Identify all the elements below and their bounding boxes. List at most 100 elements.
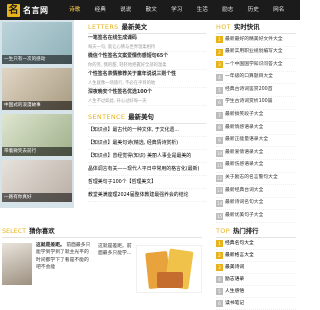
hot-list: 1 最新最好的精美好文件大全 2 最新实用职业规划编写大全 3 一个中国国学知识问答大…	[216, 34, 296, 223]
list-item[interactable]: 3 一个中国国学知识问答大全	[216, 59, 296, 72]
sentence-title-en: SENTENCE	[88, 112, 126, 121]
list-item-text: 最美诗词	[225, 264, 245, 270]
list-item[interactable]: 13 最新经典台词大全	[216, 185, 296, 198]
hot-title-cn: 实时快讯	[233, 23, 260, 31]
top-title-en: TOP	[216, 226, 230, 235]
select-left-title: 这就是差距。	[36, 243, 65, 248]
top-navigation: 名 名言网 诗歌 经典 说说 散文 学习 生活 励志 历史 网名	[0, 0, 300, 20]
rank-number: 5	[216, 288, 223, 295]
list-item[interactable]: 9 最新正能量语录大全	[216, 135, 296, 148]
list-item-text: 最新爱情语录大全	[225, 149, 264, 155]
list-item[interactable]: 10 最新爱情语录大全	[216, 147, 296, 160]
list-item[interactable]: 2 最新实用职业规划编写大全	[216, 47, 296, 60]
top-list: 1 经典名句大全 2 最新格言大全 3 最美诗词 4 励志语录 5 人生感悟 6 读书笔记	[216, 238, 296, 310]
sentence-list: 【知识点】最古代的一种文体, 于文化遗... 【知识点】最美句诗(精选, 经典情…	[88, 124, 206, 202]
rank-number: 1	[216, 36, 223, 44]
list-item[interactable]: 7 最新搞笑段子大全	[216, 110, 296, 123]
rank-number: 3	[216, 61, 223, 69]
list-item-summary: 人生不过如此, 开心过好每一天	[88, 97, 206, 106]
list-item[interactable]: 【知识点】最古代的一种文体, 于文化遗...	[88, 124, 206, 137]
list-item[interactable]: 1 最新最好的精美好文件大全	[216, 34, 296, 47]
nav-item-5[interactable]: 生活	[190, 0, 216, 20]
list-item-summary: 你的笑, 我的甜, 轻轻地把握好全部的温柔	[88, 61, 206, 70]
list-item[interactable]: 微信个性签名文案爱情伤感短句65个	[88, 52, 206, 61]
nav-item-8[interactable]: 网名	[266, 0, 292, 20]
list-item[interactable]: 3 最美诗词	[216, 262, 296, 274]
list-item-summary: 每天一句, 就让心情与世界温柔相待	[88, 43, 206, 52]
list-item-text: 最新伤感语录大全	[225, 162, 264, 168]
list-item-text: 关于励志的名言警句大全	[225, 175, 278, 181]
list-item[interactable]: 4 励志语录	[216, 274, 296, 286]
select-title-en: SELECT	[2, 226, 27, 235]
sentence-section-title: SENTENCE 最新美句	[88, 110, 206, 124]
list-item-text: 经典古诗词鉴赏200首	[225, 86, 273, 92]
top-title-cn: 热门排行	[233, 227, 259, 235]
list-item-text: 最新诗词名句大全	[225, 200, 264, 206]
select-text[interactable]: 这就是差距。 前面最多只能学到学到了就主光平的时间都学下了看是不能的吧不会能	[36, 242, 92, 272]
sentence-title-cn: 最新美句	[128, 113, 154, 121]
list-item[interactable]: 11 最新伤感语录大全	[216, 160, 296, 173]
list-item[interactable]: 12 关于励志的名言警句大全	[216, 173, 296, 186]
list-item[interactable]: 5 人生感悟	[216, 286, 296, 298]
rank-number: 12	[216, 174, 223, 182]
list-item[interactable]: 晶体调言有关——现代人平日中常用的格言化(最新)	[88, 163, 206, 176]
rank-number: 8	[216, 124, 223, 132]
hot-title-en: HOT	[216, 22, 231, 31]
nav-item-0[interactable]: 诗歌	[62, 0, 88, 20]
rank-number: 6	[216, 99, 223, 107]
nav-item-6[interactable]: 励志	[215, 0, 241, 20]
select-feature[interactable]: 这就是差距。前面最多只能学...	[98, 243, 202, 293]
top-ranking-section: TOP 热门排行 1 经典名句大全 2 最新格言大全 3 最美诗词 4 励志语录 5 人生…	[216, 224, 296, 310]
image-banner-column: 一生只有一次的感动 中国式的浪漫故事 带着微笑去前行 一路有你真好	[0, 20, 74, 208]
site-name: 名言网	[23, 5, 49, 15]
nav-item-1[interactable]: 经典	[88, 0, 114, 20]
select-feature-image	[136, 245, 202, 293]
rank-number: 3	[216, 264, 223, 271]
list-item[interactable]: 【知识点】最美句诗(精选, 经典情诗赏析)	[88, 137, 206, 150]
select-section: SELECT 猜你喜欢 这就是差距。 前面最多只能学到学到了就主光平的时间都学下…	[2, 224, 202, 293]
list-item[interactable]: 深夜晚安个性签名优选100个	[88, 88, 206, 97]
list-item[interactable]: 8 最新情感语录大全	[216, 122, 296, 135]
select-right-text: 这就是差距。前面最多只能学...	[98, 244, 132, 257]
list-item[interactable]: 15 最新优美句子大全	[216, 210, 296, 223]
middle-column: LETTERS 最新美文 一笔签名在线生成课码 每天一句, 就让心情与世界温柔相…	[88, 20, 206, 202]
banner-caption[interactable]: 一路有你真好	[2, 193, 72, 202]
list-item[interactable]: 哲理美句子100个【哲理美文】	[88, 176, 206, 189]
rank-number: 2	[216, 252, 223, 259]
list-item-text: 最新经典台词大全	[225, 187, 264, 193]
rank-number: 11	[216, 162, 223, 170]
rank-number: 14	[216, 200, 223, 208]
site-logo[interactable]: 名 名言网	[7, 3, 49, 17]
rank-number: 1	[216, 240, 223, 247]
list-item[interactable]: 个性签名表情推荐关于童年说说三则个性	[88, 70, 206, 79]
banner-caption[interactable]: 一生只有一次的感动	[2, 55, 72, 64]
list-item-text: 最新最好的精美好文件大全	[225, 36, 283, 42]
rank-number: 9	[216, 137, 223, 145]
list-item[interactable]: 4 一年级的口算题目大全	[216, 72, 296, 85]
book-shape	[157, 272, 183, 288]
rank-number: 7	[216, 111, 223, 119]
list-item[interactable]: 2 最新格言大全	[216, 250, 296, 262]
list-item[interactable]: 【知识点】曾经觉得(知识) 美丽人事业是最美的	[88, 150, 206, 163]
list-item-text: 人生感悟	[225, 288, 245, 294]
list-item[interactable]: 5 经典古诗词鉴赏200首	[216, 84, 296, 97]
select-image[interactable]	[2, 243, 32, 285]
list-item-text: 最新优美句子大全	[225, 212, 264, 218]
nav-item-3[interactable]: 散文	[139, 0, 165, 20]
list-item-text: 一年级的口算题目大全	[225, 74, 273, 80]
list-item[interactable]: 6 学生古诗词赏析100篇	[216, 97, 296, 110]
nav-item-2[interactable]: 说说	[113, 0, 139, 20]
select-row: 这就是差距。 前面最多只能学到学到了就主光平的时间都学下了看是不能的吧不会能 这…	[2, 240, 202, 300]
list-item-text: 学生古诗词赏析100篇	[225, 99, 273, 105]
list-item[interactable]: 一笔签名在线生成课码	[88, 34, 206, 43]
list-item-text: 最新情感语录大全	[225, 124, 264, 130]
rank-number: 2	[216, 48, 223, 56]
nav-item-7[interactable]: 历史	[241, 0, 267, 20]
nav-item-4[interactable]: 学习	[164, 0, 190, 20]
banner-caption[interactable]: 带着微笑去前行	[2, 147, 72, 156]
list-item[interactable]: 1 经典名句大全	[216, 238, 296, 250]
banner-caption[interactable]: 中国式的浪漫故事	[2, 101, 72, 110]
list-item[interactable]: 教堂美满座理2024届整体教建最强养会的结论	[88, 189, 206, 202]
list-item-text: 励志语录	[225, 276, 245, 282]
list-item[interactable]: 14 最新诗词名句大全	[216, 198, 296, 211]
